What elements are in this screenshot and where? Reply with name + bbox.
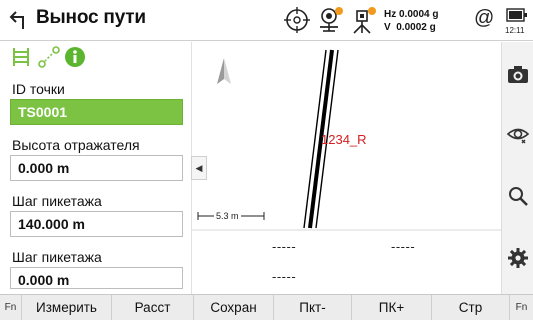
eye-icon[interactable] (506, 122, 530, 146)
connection-status[interactable]: @ (474, 7, 494, 30)
target-icon[interactable] (282, 5, 312, 35)
alignment-icon[interactable] (38, 46, 60, 68)
point-id-field[interactable]: TS0001 (10, 99, 183, 125)
title-bar: Вынос пути Hz 0.0004 g V 0.0002 g @ 12:1… (0, 0, 533, 41)
right-toolbar (501, 42, 533, 294)
instrument-icon[interactable] (348, 5, 378, 35)
chainage-step-label-2: Шаг пикетажа (12, 249, 102, 265)
stakeout-map[interactable]: 1234_R 5.3 m ----- ----- ----- (191, 42, 502, 294)
scale-label: 5.3 m (214, 211, 241, 221)
measure-button[interactable]: Измерить (22, 295, 112, 320)
camera-icon[interactable] (506, 62, 530, 86)
station-plus-button[interactable]: ПК+ (352, 295, 432, 320)
prism-icon[interactable] (314, 5, 344, 35)
readout-1: ----- (272, 239, 297, 254)
battery-icon (506, 8, 527, 22)
gear-icon[interactable] (506, 246, 530, 270)
readout-3: ----- (272, 269, 297, 284)
north-arrow-icon (217, 58, 231, 84)
page-title: Вынос пути (36, 7, 146, 28)
fn-left-button[interactable]: Fn (0, 295, 22, 320)
collapse-panel-button[interactable]: ◀ (191, 156, 207, 180)
fn-right-button[interactable]: Fn (510, 295, 533, 320)
save-button[interactable]: Сохран (194, 295, 274, 320)
page-button[interactable]: Стр (432, 295, 510, 320)
back-icon[interactable] (8, 8, 30, 32)
v-readout: V 0.0002 g (384, 22, 436, 33)
reflector-height-field[interactable]: 0.000 m (10, 155, 183, 181)
map-canvas (192, 49, 502, 231)
hz-readout: Hz 0.0004 g (384, 9, 439, 20)
softkey-bar: Fn Измерить Расст Сохран Пкт- ПК+ Стр Fn (0, 294, 533, 320)
search-icon[interactable] (506, 184, 530, 208)
point-id-label: ID точки (12, 81, 65, 97)
chainage-step-field[interactable]: 140.000 m (10, 211, 183, 237)
stakeout-road-icon[interactable] (10, 46, 32, 68)
info-icon[interactable] (64, 46, 86, 68)
distance-button[interactable]: Расст (112, 295, 194, 320)
chainage-step-field-2[interactable]: 0.000 m (10, 267, 183, 289)
reflector-height-label: Высота отражателя (12, 137, 140, 153)
readout-2: ----- (391, 239, 416, 254)
station-minus-button[interactable]: Пкт- (274, 295, 352, 320)
clock: 12:11 (505, 26, 525, 35)
alignment-label: 1234_R (321, 132, 367, 147)
chainage-step-label: Шаг пикетажа (12, 193, 102, 209)
